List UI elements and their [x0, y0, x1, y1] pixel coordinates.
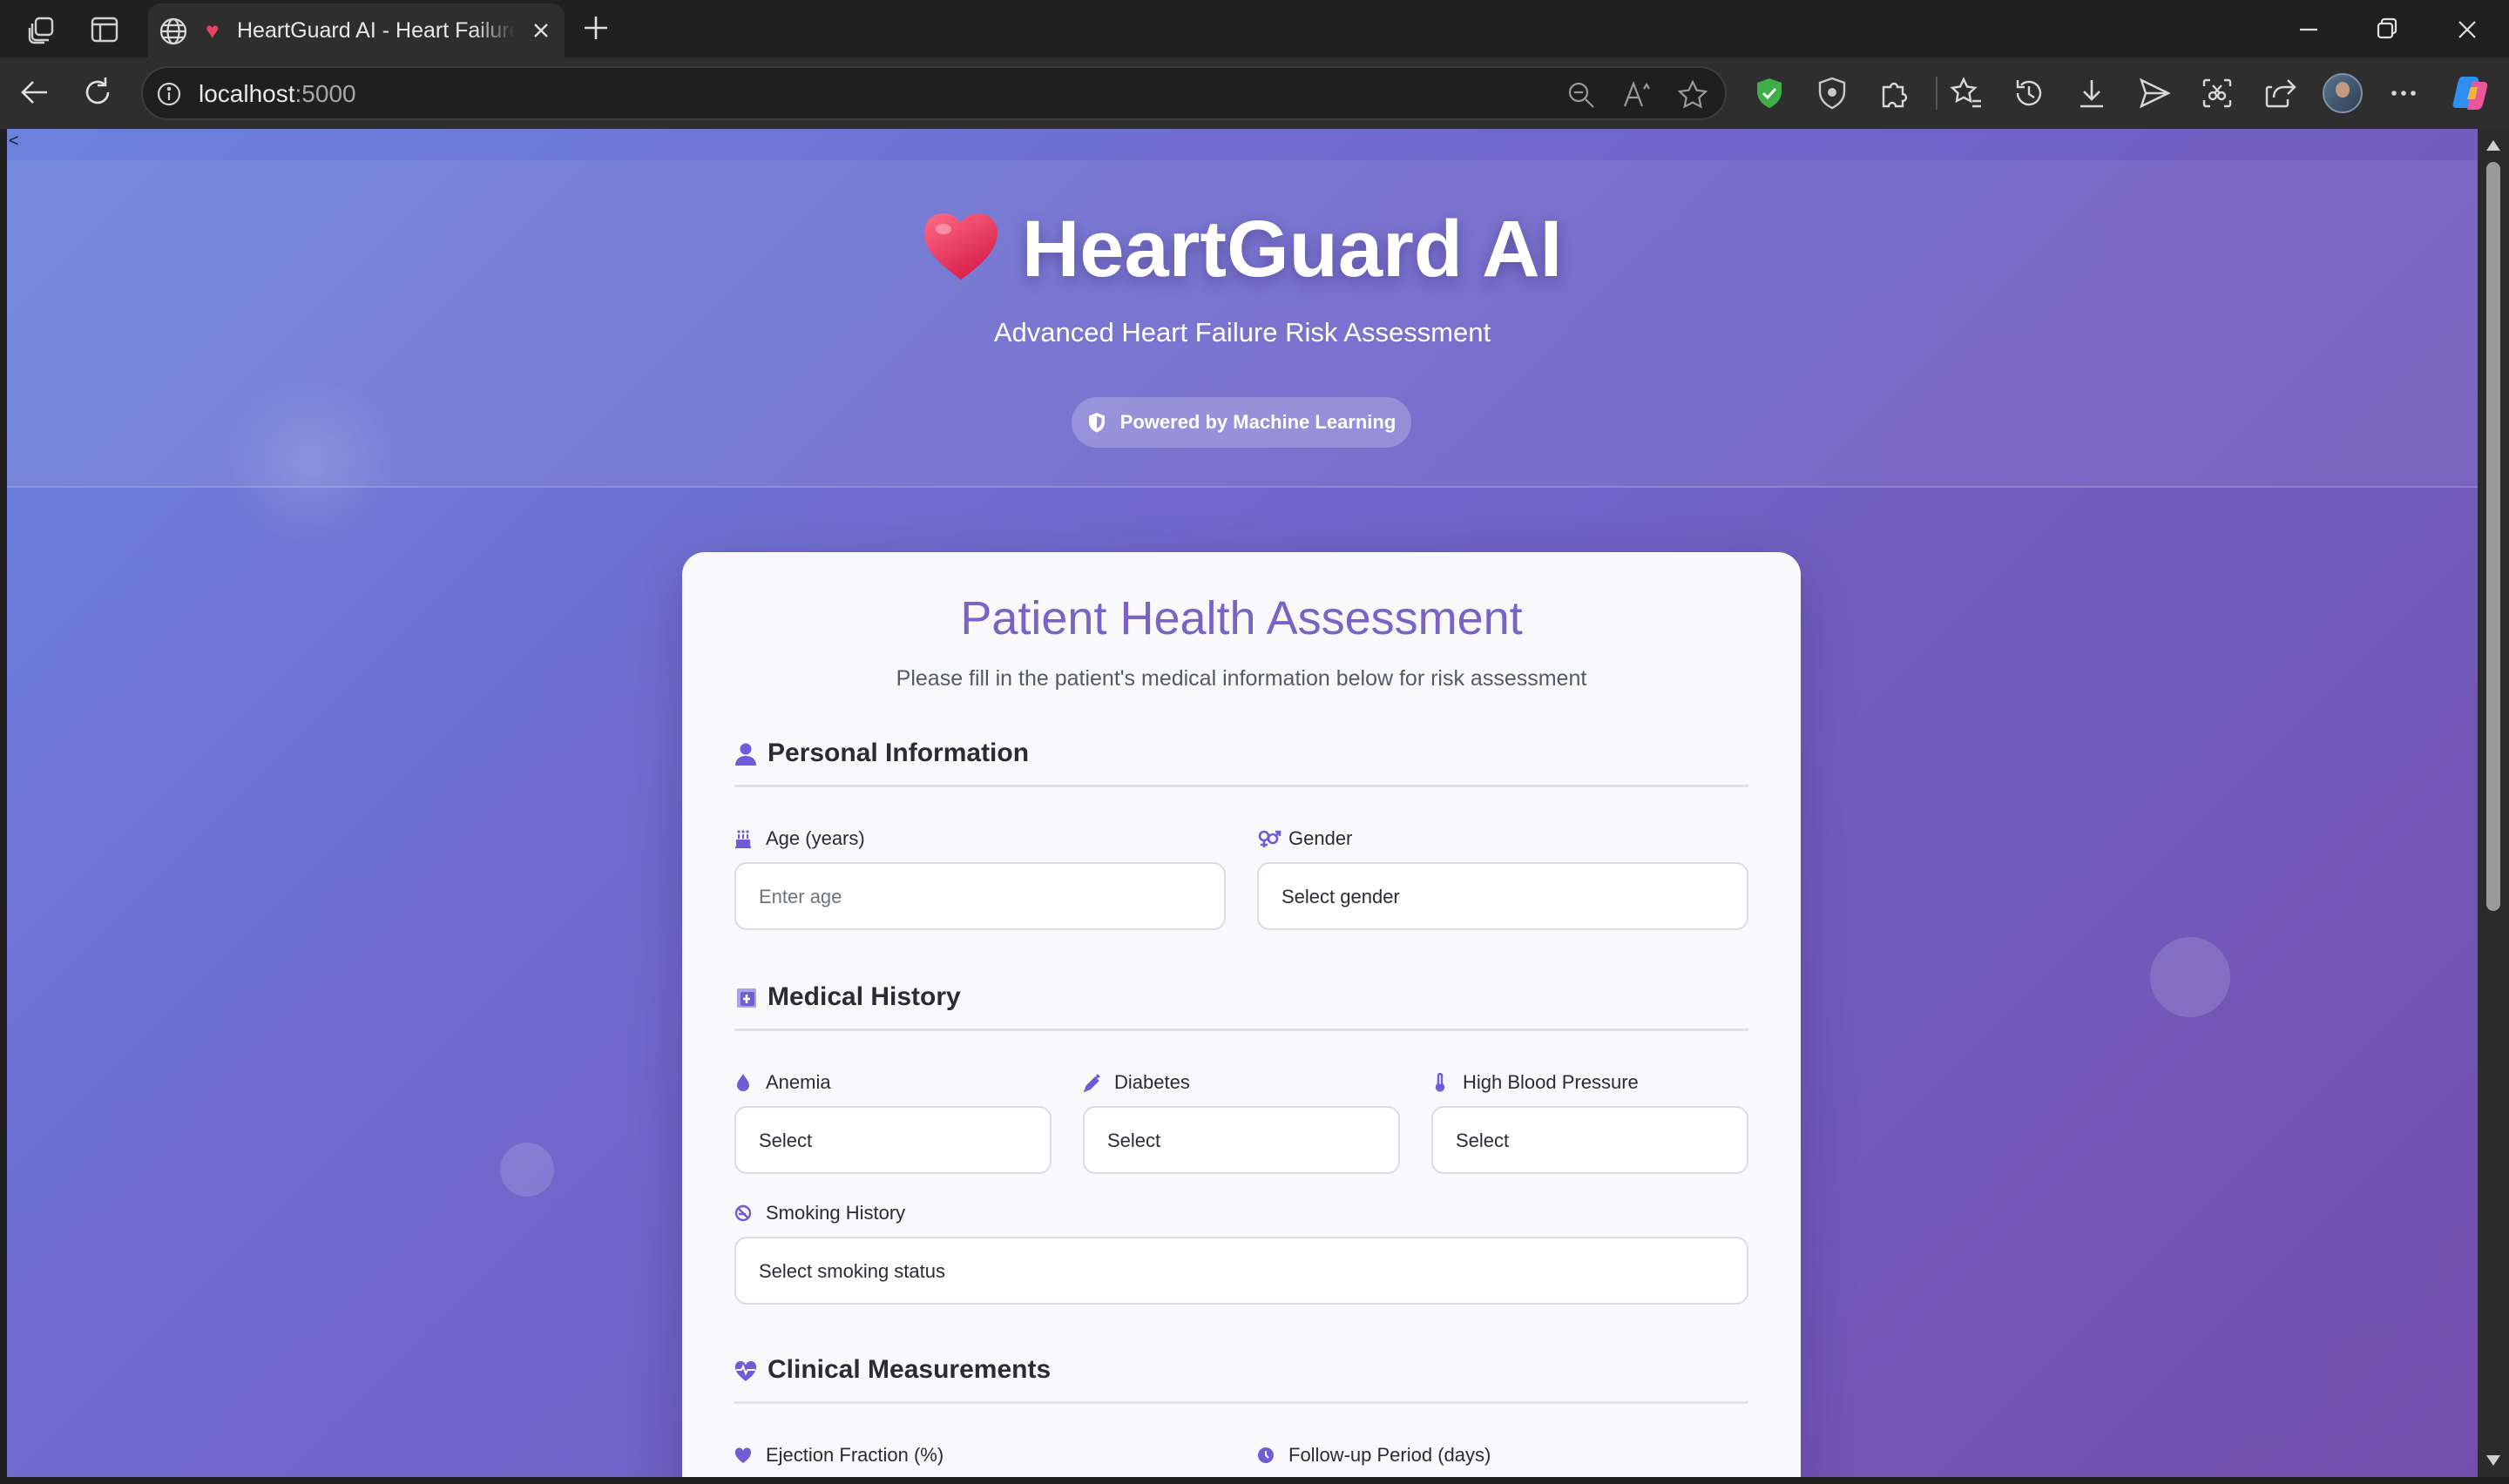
ejection-fraction-label: Ejection Fraction (%): [734, 1442, 1222, 1468]
favorite-star-icon[interactable]: [1676, 78, 1709, 111]
blood-pressure-label: High Blood Pressure: [1431, 1069, 1745, 1096]
anemia-select[interactable]: Select: [734, 1106, 1052, 1174]
page-scrollbar[interactable]: [2478, 129, 2509, 1477]
medical-file-icon: [737, 988, 756, 1008]
ejection-fraction-label-text: Ejection Fraction (%): [766, 1444, 944, 1466]
diabetes-label: Diabetes: [1083, 1069, 1397, 1096]
heart-icon: [734, 1447, 752, 1463]
blood-pressure-label-text: High Blood Pressure: [1463, 1071, 1639, 1093]
back-link[interactable]: <: [9, 132, 19, 150]
anemia-label: Anemia: [734, 1069, 1048, 1096]
ml-badge-text: Powered by Machine Learning: [1119, 411, 1397, 433]
url-port: :5000: [294, 80, 356, 107]
gender-select-value: Select gender: [1282, 886, 1400, 907]
no-smoking-icon: [734, 1204, 752, 1222]
card-subtitle: Please fill in the patient's medical inf…: [896, 666, 1587, 691]
app-title-text: HeartGuard AI: [1021, 205, 1563, 293]
heartbeat-icon: [734, 1360, 757, 1381]
url-text[interactable]: localhost:5000: [199, 81, 356, 107]
section-heading: Personal Information: [768, 739, 1030, 767]
birthday-cake-icon: [735, 830, 751, 848]
minimize-icon[interactable]: [2289, 10, 2328, 49]
decorative-bubble: [2150, 937, 2230, 1017]
copilot-icon[interactable]: [2450, 71, 2492, 113]
age-input[interactable]: Enter age: [734, 862, 1226, 930]
gender-select[interactable]: Select gender: [1257, 862, 1748, 930]
age-label-text: Age (years): [766, 827, 865, 849]
profile-avatar[interactable]: [2323, 73, 2363, 113]
page-viewport: < HeartGuard AI Advanced Heart Failure R…: [7, 129, 2478, 1477]
downloads-icon[interactable]: [2073, 75, 2110, 111]
new-tab-icon[interactable]: [578, 10, 613, 45]
gender-label-text: Gender: [1288, 827, 1353, 849]
smoking-label-text: Smoking History: [766, 1202, 906, 1224]
close-window-icon[interactable]: [2448, 10, 2486, 49]
heart-icon: [923, 213, 998, 280]
follow-up-label: Follow-up Period (days): [1257, 1442, 1745, 1468]
refresh-icon[interactable]: [78, 73, 117, 111]
privacy-badger-icon[interactable]: [1814, 75, 1850, 111]
age-placeholder: Enter age: [759, 886, 842, 907]
more-options-icon[interactable]: [2385, 75, 2422, 111]
app-subtitle: Advanced Heart Failure Risk Assessment: [993, 317, 1491, 347]
close-tab-icon[interactable]: [524, 14, 558, 47]
assessment-card: Patient Health Assessment Please fill in…: [682, 552, 1801, 1477]
blood-drop-icon: [737, 1074, 749, 1091]
tab-bar: ♥ HeartGuard AI - Heart Failure Risk Ass…: [0, 0, 2509, 57]
extensions-icon[interactable]: [1877, 75, 1913, 111]
tab-actions-icon[interactable]: [87, 12, 122, 47]
smoking-select-value: Select smoking status: [759, 1260, 945, 1282]
shield-icon: [1088, 413, 1105, 433]
smoking-select[interactable]: Select smoking status: [734, 1237, 1748, 1305]
user-icon: [735, 743, 756, 766]
section-medical-history: Medical History: [734, 981, 1748, 1031]
thermometer-icon: [1435, 1073, 1445, 1092]
screenshot-icon[interactable]: [2199, 75, 2235, 111]
site-info-icon[interactable]: [155, 80, 183, 108]
workspaces-icon[interactable]: [24, 12, 59, 47]
scroll-up-icon[interactable]: [2485, 138, 2502, 153]
syringe-icon: [1083, 1074, 1100, 1092]
browser-toolbar: localhost:5000: [0, 57, 2509, 129]
smoking-label: Smoking History: [734, 1200, 1222, 1226]
active-tab[interactable]: ♥ HeartGuard AI - Heart Failure Risk Ass…: [148, 3, 565, 57]
favorites-icon[interactable]: [1948, 75, 1985, 111]
back-icon[interactable]: [16, 73, 54, 111]
section-heading: Clinical Measurements: [768, 1355, 1052, 1384]
url-host: localhost: [199, 80, 295, 107]
globe-icon: [159, 17, 187, 45]
zoom-icon[interactable]: [1565, 78, 1598, 111]
toolbar-divider: [1936, 77, 1938, 110]
section-clinical-measurements: Clinical Measurements: [734, 1353, 1748, 1404]
section-personal-information: Personal Information: [734, 737, 1748, 787]
follow-up-label-text: Follow-up Period (days): [1288, 1444, 1491, 1466]
diabetes-label-text: Diabetes: [1114, 1071, 1190, 1093]
diabetes-select-value: Select: [1107, 1130, 1161, 1151]
app-title: HeartGuard AI: [7, 204, 2478, 294]
send-icon[interactable]: [2136, 75, 2173, 111]
blood-pressure-select-value: Select: [1456, 1130, 1510, 1151]
ml-badge: Powered by Machine Learning: [1072, 397, 1411, 448]
gender-icon: [1258, 830, 1282, 847]
tab-title: HeartGuard AI - Heart Failure Risk Asses…: [237, 18, 516, 43]
scroll-down-icon[interactable]: [2485, 1453, 2502, 1468]
age-label: Age (years): [734, 826, 1222, 852]
decorative-bubble: [500, 1143, 554, 1197]
read-aloud-icon[interactable]: [1620, 78, 1654, 111]
shield-extension-icon[interactable]: [1751, 75, 1788, 111]
history-icon[interactable]: [2011, 75, 2047, 111]
anemia-label-text: Anemia: [766, 1071, 831, 1093]
gender-label: Gender: [1257, 826, 1745, 852]
clock-icon: [1258, 1447, 1274, 1463]
section-heading: Medical History: [768, 982, 961, 1011]
address-bar[interactable]: localhost:5000: [141, 66, 1727, 120]
tab-favicon-heart-icon: ♥: [206, 17, 220, 44]
card-title: Patient Health Assessment: [960, 592, 1523, 644]
diabetes-select[interactable]: Select: [1083, 1106, 1400, 1174]
share-icon[interactable]: [2262, 75, 2298, 111]
blood-pressure-select[interactable]: Select: [1431, 1106, 1748, 1174]
scroll-thumb[interactable]: [2486, 162, 2500, 911]
restore-icon[interactable]: [2368, 10, 2406, 49]
anemia-select-value: Select: [759, 1130, 813, 1151]
